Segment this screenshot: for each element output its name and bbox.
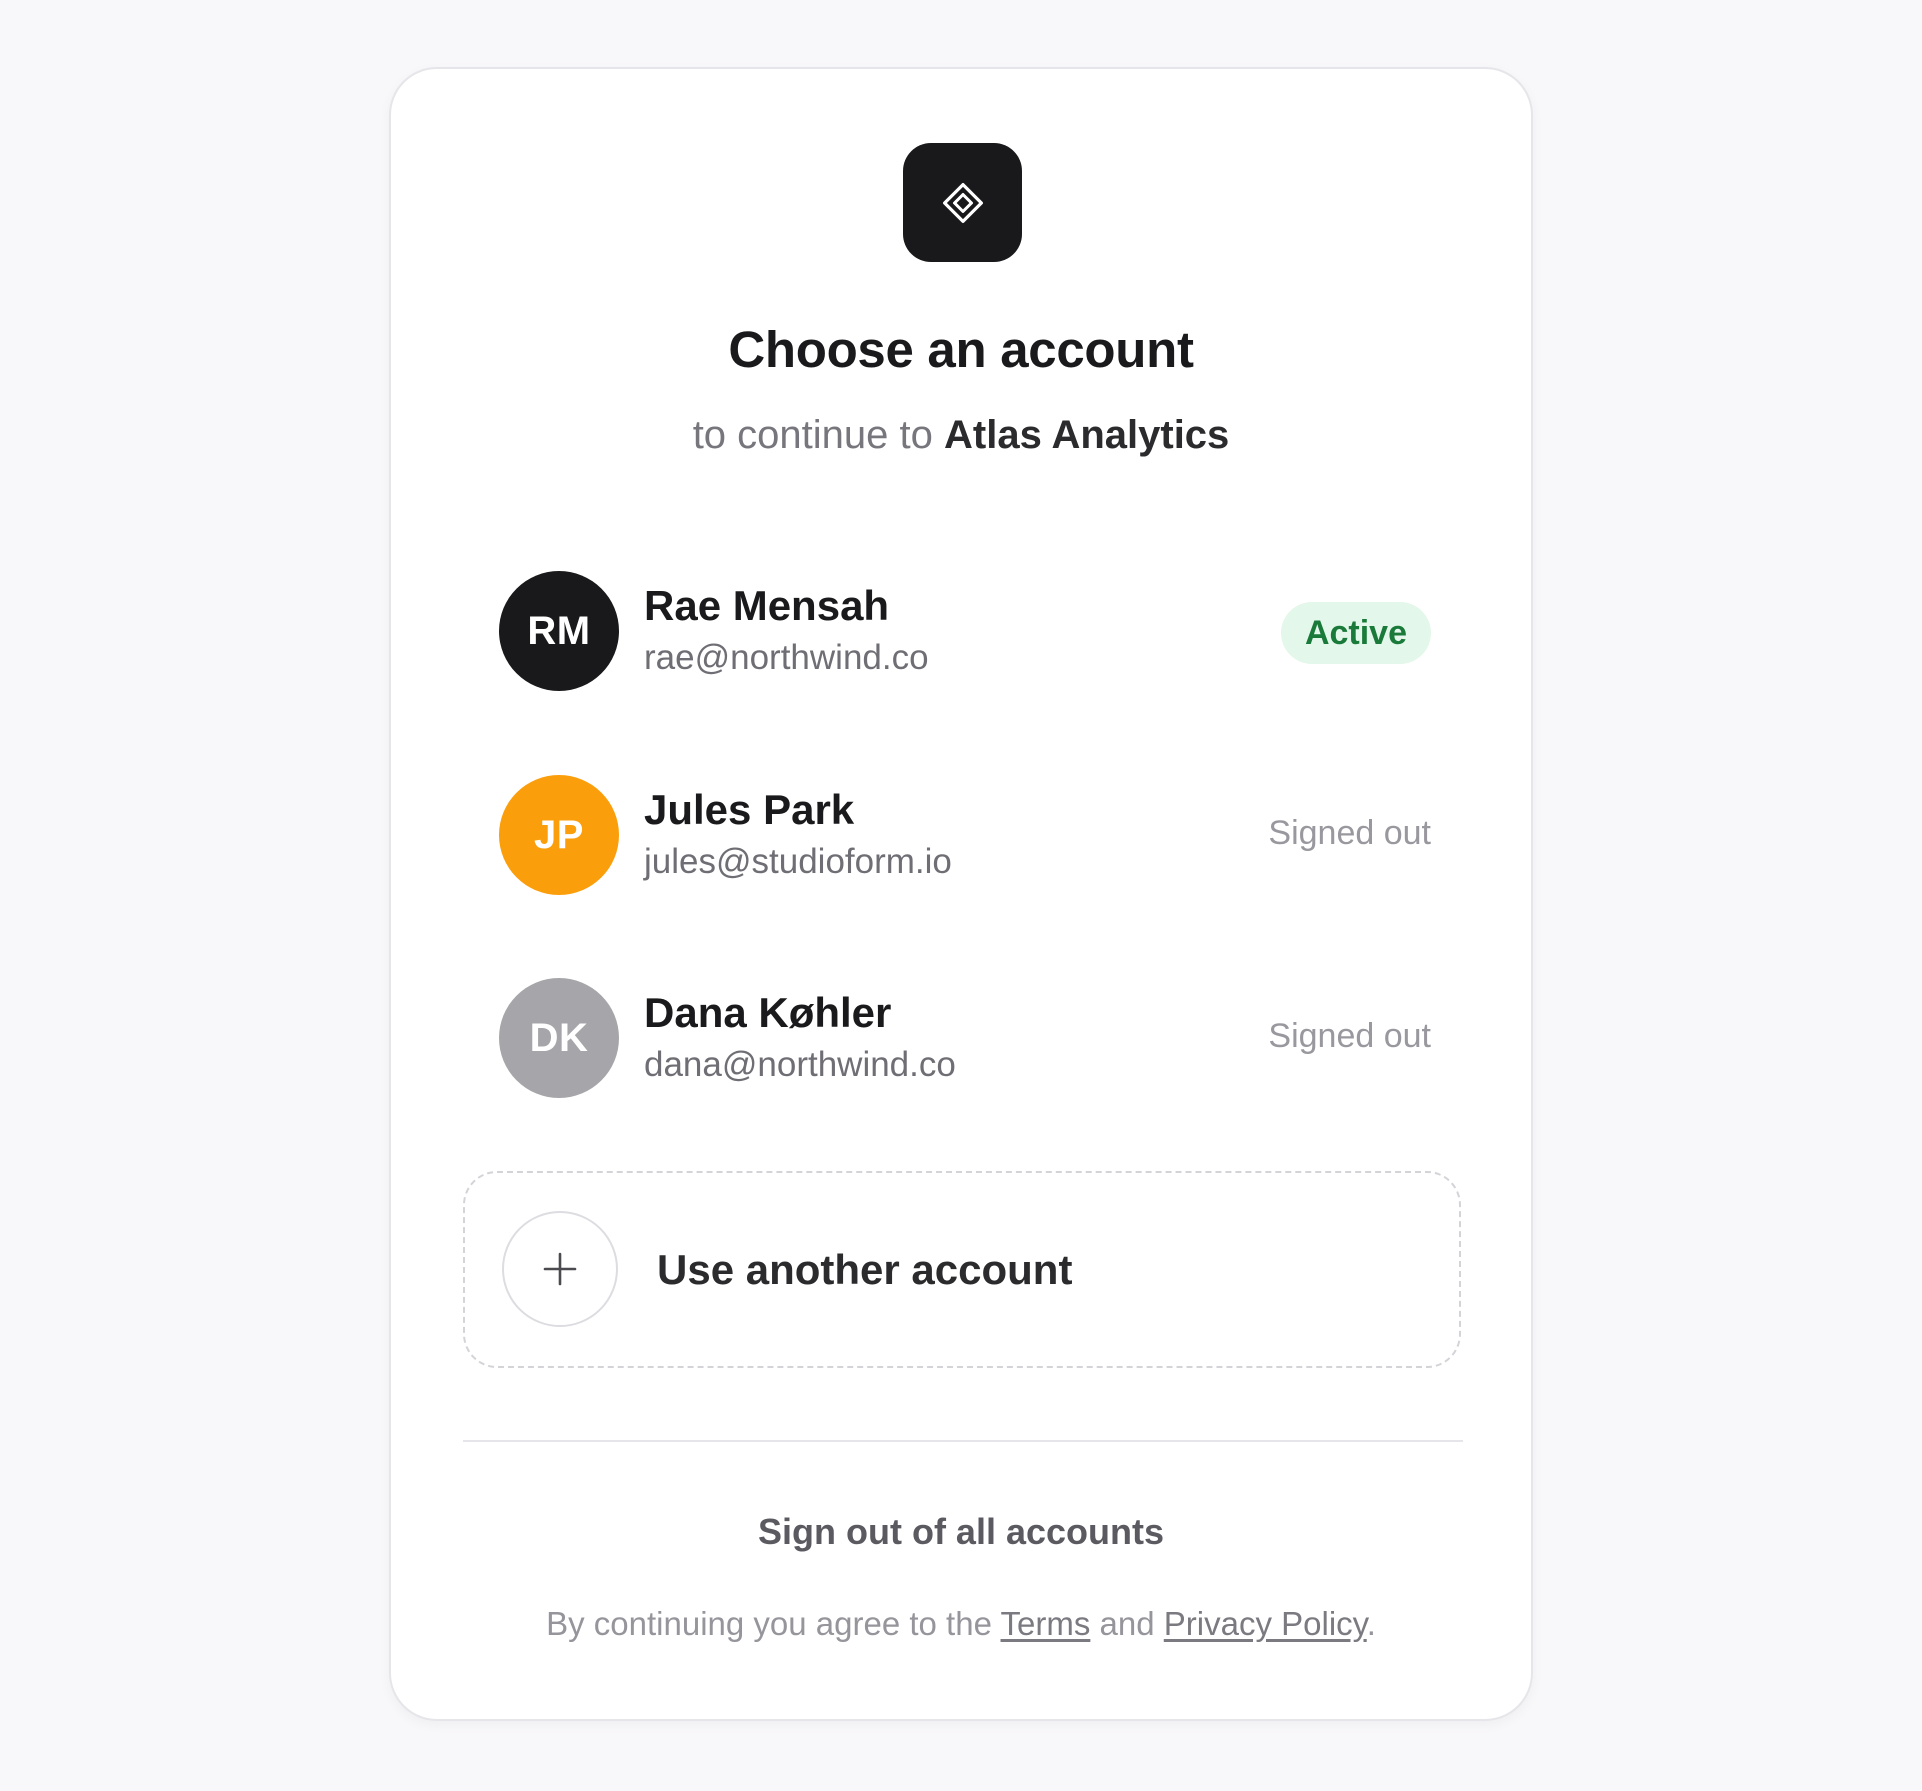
plus-icon-circle [502, 1211, 618, 1327]
use-another-account-label: Use another account [657, 1246, 1073, 1293]
account-item-dana-kohler[interactable]: DK Dana Køhler dana@northwind.co Signed … [481, 978, 1431, 1100]
plus-icon [543, 1252, 577, 1286]
legal-prefix: By continuing you agree to the [546, 1605, 992, 1642]
account-chooser-card: Choose an account to continue to Atlas A… [389, 67, 1533, 1721]
account-email: dana@northwind.co [644, 1045, 956, 1084]
avatar: JP [499, 775, 619, 895]
legal-period: . [1366, 1605, 1376, 1642]
page-title: Choose an account [728, 321, 1194, 378]
divider [463, 1440, 1463, 1442]
status-label: Signed out [1268, 1017, 1431, 1055]
terms-link[interactable]: Terms [1001, 1605, 1091, 1642]
account-email: rae@northwind.co [644, 638, 929, 677]
privacy-policy-link[interactable]: Privacy Policy [1164, 1605, 1367, 1642]
status-label: Signed out [1268, 814, 1431, 852]
status-badge: Active [1280, 602, 1431, 664]
account-email: jules@studioform.io [644, 842, 952, 881]
app-name: Atlas Analytics [944, 413, 1230, 457]
page-subtitle: to continue to Atlas Analytics [391, 411, 1531, 459]
legal-text: By continuing you agree to the Terms and… [391, 1604, 1531, 1644]
diamond-icon [942, 182, 983, 223]
subtitle-prefix: to continue to [692, 413, 933, 457]
account-name: Jules Park [644, 786, 855, 833]
account-name: Dana Køhler [644, 989, 892, 1036]
legal-and: and [1099, 1605, 1155, 1642]
account-name: Rae Mensah [644, 582, 890, 629]
sign-out-all-button[interactable]: Sign out of all accounts [391, 1510, 1531, 1553]
app-logo [903, 143, 1022, 262]
use-another-account-button[interactable]: Use another account [463, 1171, 1461, 1368]
avatar: RM [499, 571, 619, 691]
account-item-rae-mensah[interactable]: RM Rae Mensah rae@northwind.co Active [481, 571, 1431, 693]
account-item-jules-park[interactable]: JP Jules Park jules@studioform.io Signed… [481, 775, 1431, 897]
avatar: DK [499, 978, 619, 1098]
